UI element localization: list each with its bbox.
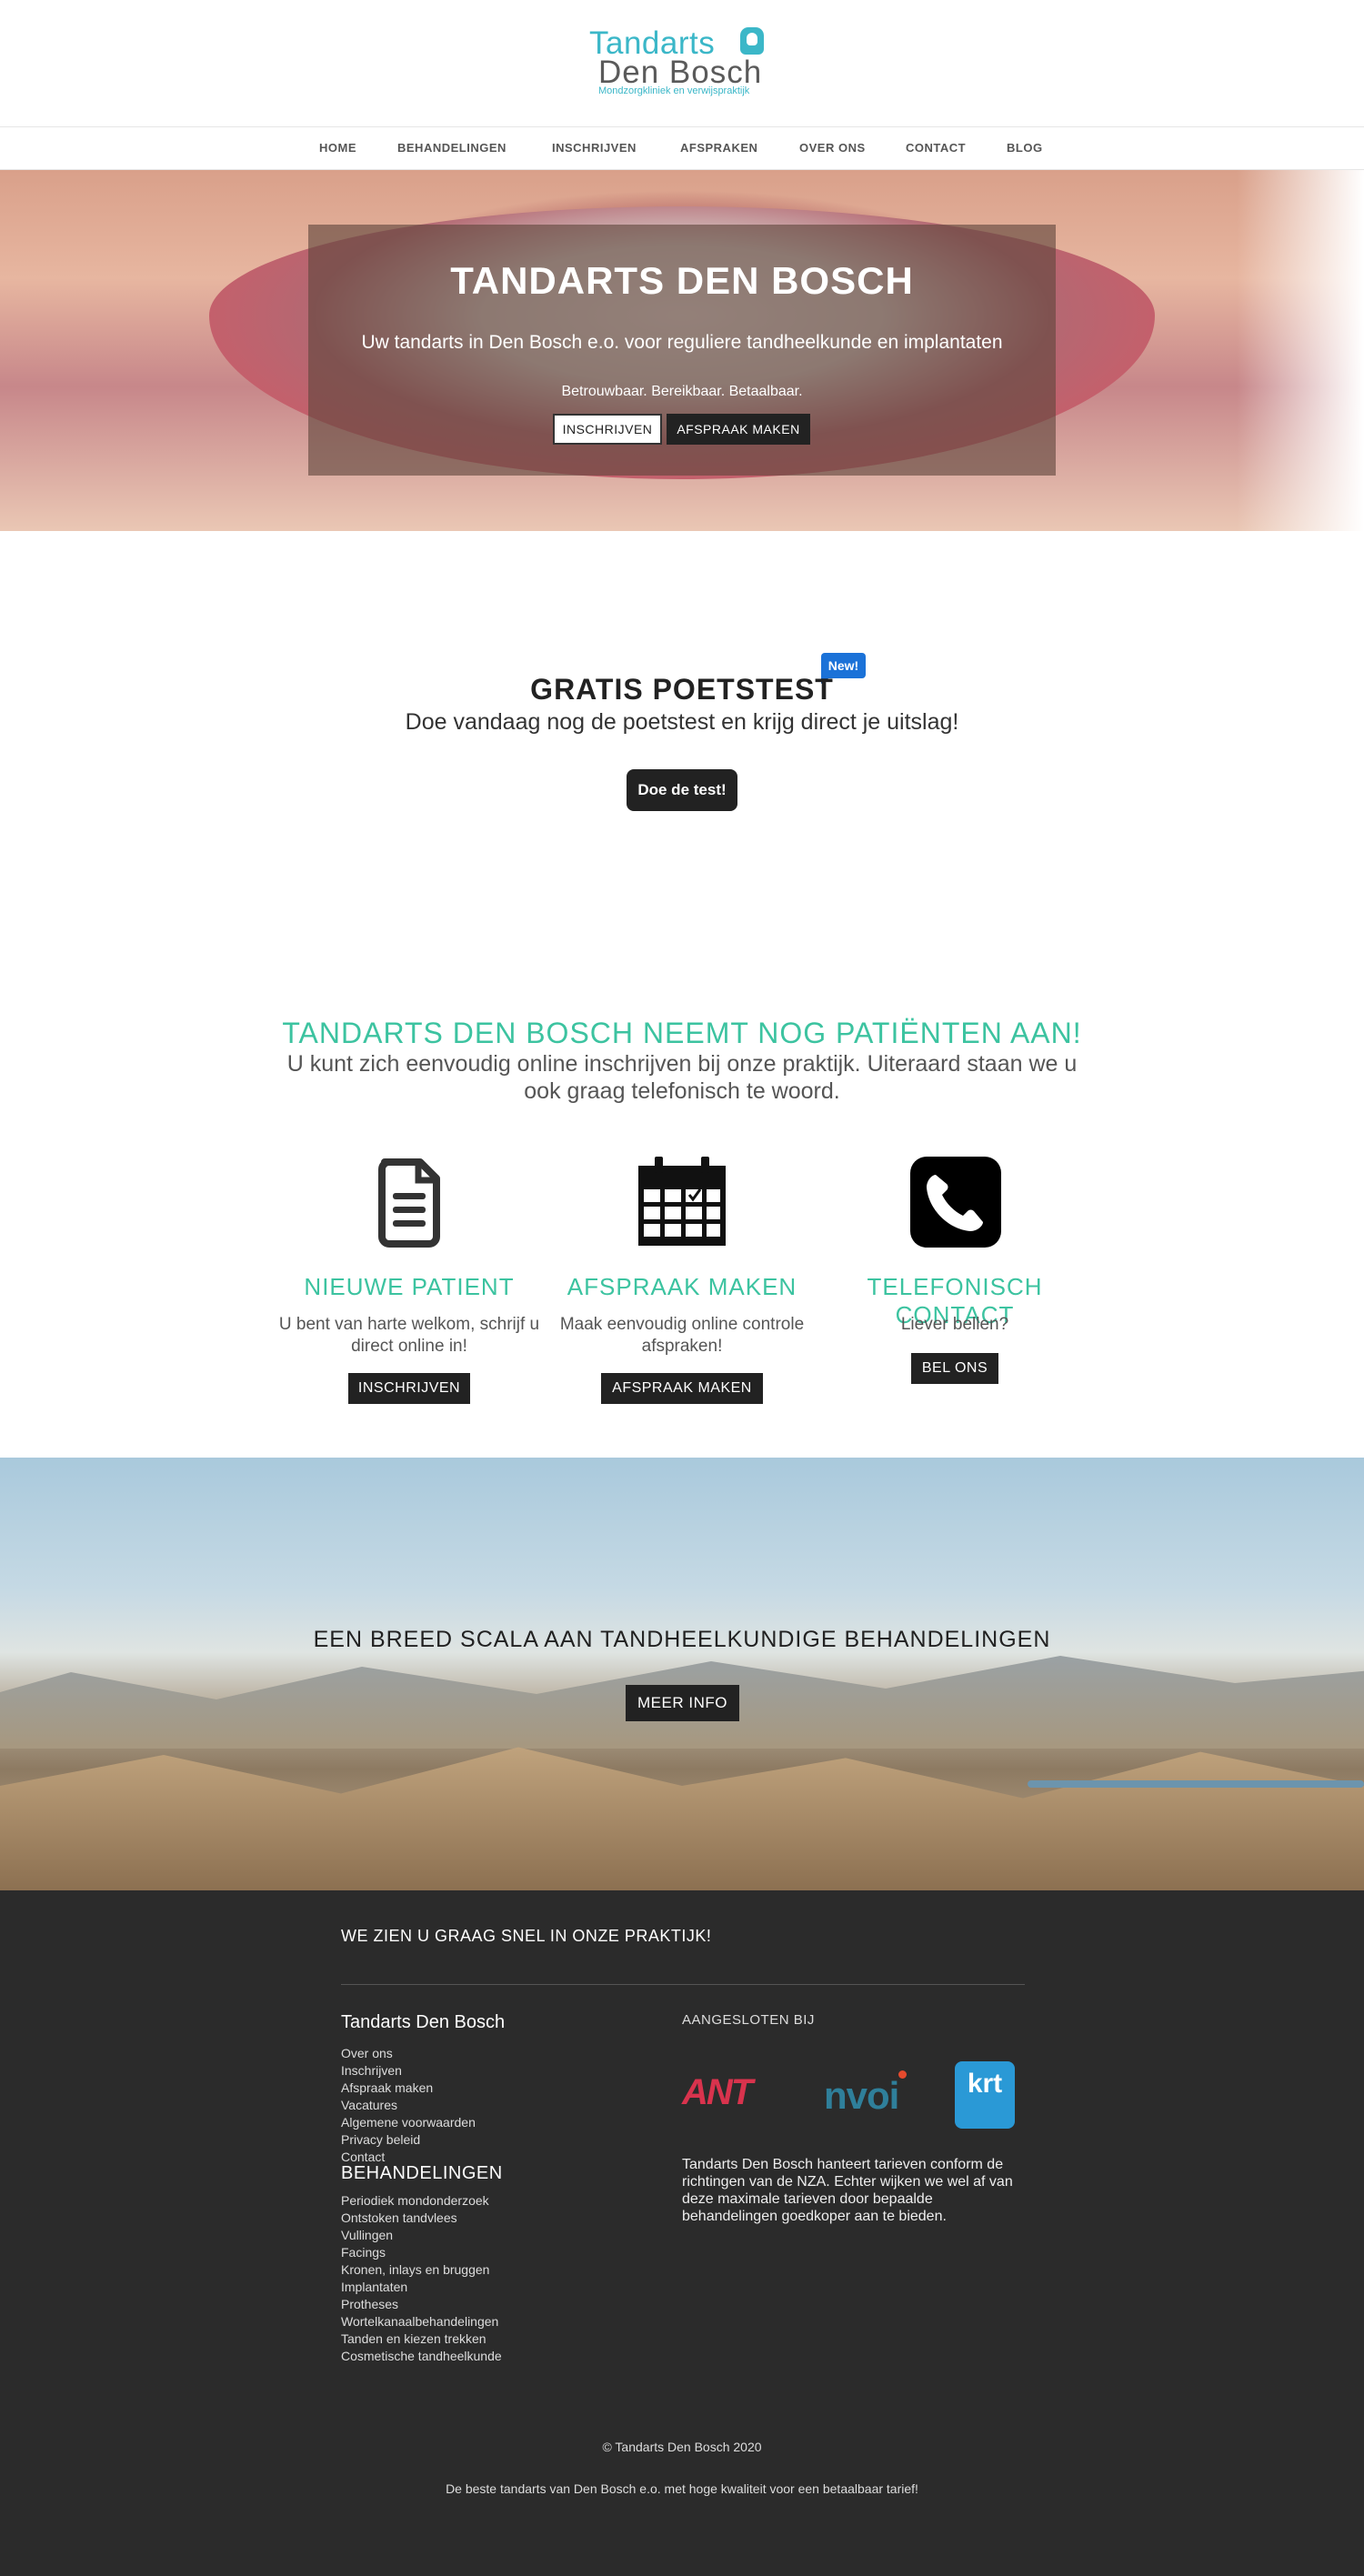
treatments-title: EEN BREED SCALA AAN TANDHEELKUNDIGE BEHA… bbox=[313, 1627, 1051, 1652]
footer-link[interactable]: Algemene voorwaarden bbox=[341, 2114, 476, 2131]
hero-edge-fade bbox=[1237, 170, 1364, 531]
footer-link[interactable]: Periodiek mondonderzoek bbox=[341, 2192, 502, 2210]
footer-link[interactable]: Wortelkanaalbehandelingen bbox=[341, 2313, 502, 2330]
footer-link[interactable]: Cosmetische tandheelkunde bbox=[341, 2348, 502, 2365]
footer-divider bbox=[341, 1984, 1025, 1985]
patients-title: TANDARTS DEN BOSCH NEEMT NOG PATIËNTEN A… bbox=[282, 1017, 1082, 1049]
calendar-icon bbox=[638, 1157, 726, 1246]
hero-subtitle: Uw tandarts in Den Bosch e.o. voor regul… bbox=[361, 332, 1003, 353]
footer-link[interactable]: Kronen, inlays en bruggen bbox=[341, 2261, 502, 2279]
footer-link[interactable]: Vacatures bbox=[341, 2097, 476, 2114]
column-text: Maak eenvoudig online controle afspraken… bbox=[559, 1315, 805, 1356]
column-title: AFSPRAAK MAKEN bbox=[567, 1273, 797, 1300]
nav-item-contact[interactable]: CONTACT bbox=[906, 141, 966, 155]
krt-logo[interactable]: krt bbox=[955, 2061, 1015, 2129]
site-header: Tandarts Den Bosch Mondzorgkliniek en ve… bbox=[0, 0, 1364, 127]
krt-logo-text: krt bbox=[967, 2069, 1003, 2099]
nav-item-blog[interactable]: BLOG bbox=[1007, 141, 1043, 155]
logo-subtitle: Mondzorgkliniek en verwijspraktijk bbox=[598, 85, 750, 96]
footer-link[interactable]: Inschrijven bbox=[341, 2062, 476, 2080]
poetstest-title: GRATIS POETSTEST bbox=[530, 673, 834, 706]
hero-tagline: Betrouwbaar. Bereikbaar. Betaalbaar. bbox=[561, 384, 803, 399]
footer-link[interactable]: Afspraak maken bbox=[341, 2080, 476, 2097]
column-title: NIEUWE PATIENT bbox=[304, 1273, 515, 1300]
hero-inschrijven-button[interactable]: INSCHRIJVEN bbox=[553, 414, 662, 445]
phone-icon bbox=[910, 1157, 1001, 1248]
poetstest-button[interactable]: Doe de test! bbox=[627, 769, 737, 811]
footer-treatments-title: BEHANDELINGEN bbox=[341, 2163, 503, 2183]
ant-logo-text: ANT bbox=[682, 2072, 753, 2112]
patients-subtitle: U kunt zich eenvoudig online inschrijven… bbox=[286, 1051, 1078, 1104]
nav-item-behandelingen[interactable]: BEHANDELINGEN bbox=[397, 141, 506, 155]
lake-image bbox=[1028, 1780, 1364, 1788]
footer-link[interactable]: Ontstoken tandvlees bbox=[341, 2210, 502, 2227]
hero-title: TANDARTS DEN BOSCH bbox=[450, 259, 914, 302]
treatments-banner: EEN BREED SCALA AAN TANDHEELKUNDIGE BEHA… bbox=[0, 1458, 1364, 1890]
hero-afspraak-button[interactable]: AFSPRAAK MAKEN bbox=[667, 414, 810, 445]
footer-treatment-links: Periodiek mondonderzoek Ontstoken tandvl… bbox=[341, 2192, 502, 2365]
footer-heading: WE ZIEN U GRAAG SNEL IN ONZE PRAKTIJK! bbox=[341, 1927, 712, 1945]
afspraak-maken-button[interactable]: AFSPRAAK MAKEN bbox=[601, 1373, 763, 1404]
hero-section: TANDARTS DEN BOSCH Uw tandarts in Den Bo… bbox=[0, 170, 1364, 531]
site-footer: WE ZIEN U GRAAG SNEL IN ONZE PRAKTIJK! T… bbox=[0, 1890, 1364, 2576]
footer-tagline: De beste tandarts van Den Bosch e.o. met… bbox=[446, 2481, 918, 2496]
document-icon bbox=[378, 1158, 440, 1248]
nvoi-logo[interactable]: nvoi bbox=[824, 2070, 908, 2117]
column-text: U bent van harte welkom, schrijf u direc… bbox=[278, 1315, 540, 1356]
footer-link[interactable]: Over ons bbox=[341, 2045, 476, 2062]
hills-image bbox=[0, 1747, 1364, 1890]
nza-text: Tandarts Den Bosch hanteert tarieven con… bbox=[682, 2157, 1013, 2224]
footer-practice-title: Tandarts Den Bosch bbox=[341, 2012, 506, 2032]
bel-ons-button[interactable]: BEL ONS bbox=[911, 1353, 998, 1384]
column-text: Liever bellen? bbox=[900, 1315, 1009, 1334]
nvoi-logo-text: nvoi bbox=[824, 2074, 899, 2117]
footer-link[interactable]: Tanden en kiezen trekken bbox=[341, 2330, 502, 2348]
meer-info-button[interactable]: MEER INFO bbox=[626, 1685, 739, 1721]
nav-item-inschrijven[interactable]: INSCHRIJVEN bbox=[552, 141, 637, 155]
nav-item-home[interactable]: HOME bbox=[319, 141, 356, 155]
main-nav: HOME BEHANDELINGEN INSCHRIJVEN AFSPRAKEN… bbox=[0, 127, 1364, 170]
nvoi-logo-dot bbox=[898, 2070, 907, 2079]
footer-link[interactable]: Protheses bbox=[341, 2296, 502, 2313]
footer-link[interactable]: Privacy beleid bbox=[341, 2131, 476, 2149]
inschrijven-button[interactable]: INSCHRIJVEN bbox=[348, 1373, 470, 1404]
footer-link[interactable]: Facings bbox=[341, 2244, 502, 2261]
nav-item-afspraken[interactable]: AFSPRAKEN bbox=[680, 141, 757, 155]
ant-logo[interactable]: ANT bbox=[682, 2072, 784, 2112]
nav-item-over-ons[interactable]: OVER ONS bbox=[799, 141, 866, 155]
affiliated-title: AANGESLOTEN BIJ bbox=[682, 2012, 815, 2028]
site-logo[interactable]: Tandarts Den Bosch Mondzorgkliniek en ve… bbox=[589, 25, 775, 98]
footer-practice-links: Over ons Inschrijven Afspraak maken Vaca… bbox=[341, 2045, 476, 2166]
footer-link[interactable]: Vullingen bbox=[341, 2227, 502, 2244]
tooth-icon bbox=[740, 27, 764, 55]
poetstest-subtitle: Doe vandaag nog de poetstest en krijg di… bbox=[405, 709, 959, 735]
copyright: © Tandarts Den Bosch 2020 bbox=[602, 2440, 762, 2454]
hero-overlay-box: TANDARTS DEN BOSCH Uw tandarts in Den Bo… bbox=[308, 225, 1056, 476]
footer-link[interactable]: Implantaten bbox=[341, 2279, 502, 2296]
